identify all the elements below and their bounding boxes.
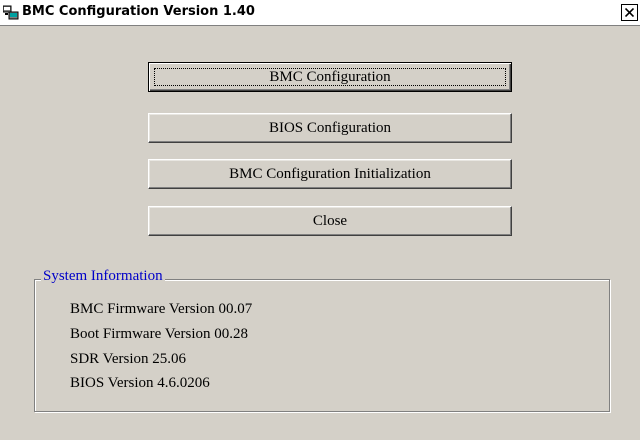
sdr-version: SDR Version 25.06 [70, 351, 186, 367]
bmc-configuration-initialization-button[interactable]: BMC Configuration Initialization [148, 159, 512, 189]
bios-configuration-button[interactable]: BIOS Configuration [148, 113, 512, 143]
window-title: BMC Configuration Version 1.40 [22, 4, 255, 19]
close-button[interactable]: Close [148, 206, 512, 236]
bios-configuration-label: BIOS Configuration [268, 119, 392, 136]
close-label: Close [312, 212, 348, 229]
bmc-firmware-version: BMC Firmware Version 00.07 [70, 301, 253, 317]
close-icon [625, 8, 634, 17]
app-window-icon [2, 5, 19, 21]
bios-version: BIOS Version 4.6.0206 [70, 375, 210, 391]
bmc-configuration-initialization-label: BMC Configuration Initialization [229, 165, 431, 182]
bmc-config-window: BMC Configuration Version 1.40 BMC Confi… [0, 0, 640, 440]
system-information-label: System Information [41, 266, 165, 286]
bmc-configuration-label: BMC Configuration [269, 68, 391, 85]
bmc-configuration-button[interactable]: BMC Configuration [148, 62, 512, 92]
window-close-button[interactable] [621, 4, 638, 21]
boot-firmware-version: Boot Firmware Version 00.28 [70, 326, 249, 342]
title-bar[interactable]: BMC Configuration Version 1.40 [0, 0, 640, 26]
